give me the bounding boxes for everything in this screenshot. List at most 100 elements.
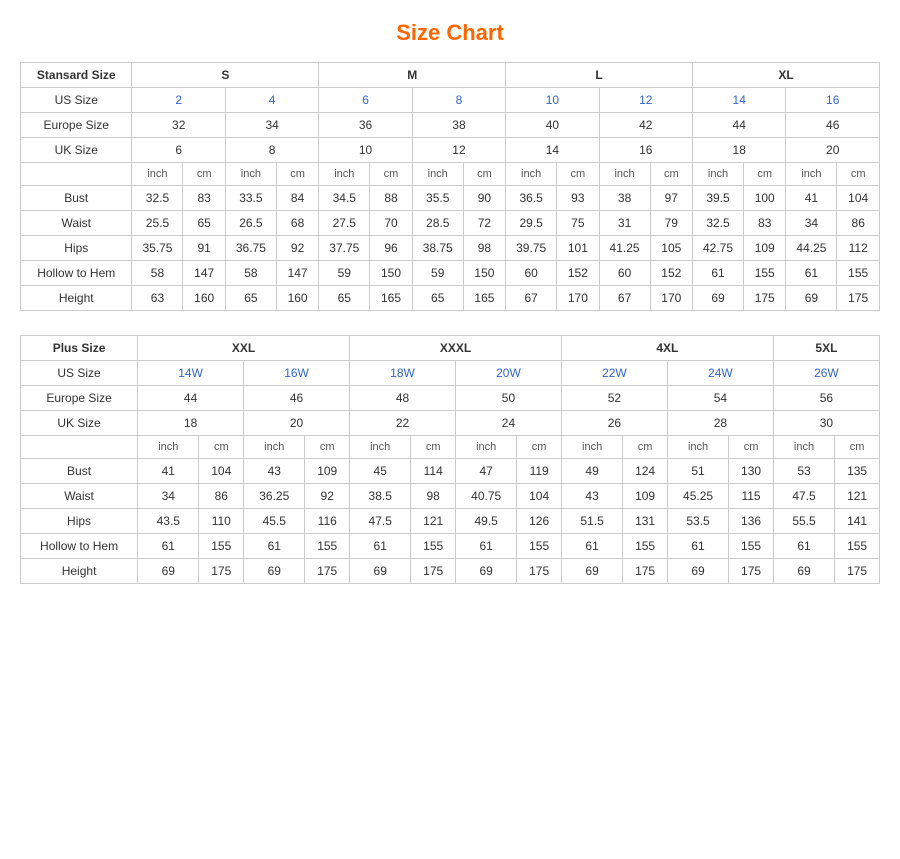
measurement-label: Waist	[21, 211, 132, 236]
us-size-row: US Size246810121416	[21, 88, 880, 113]
europe-size-value: 44	[693, 113, 786, 138]
measurement-value: 32.5	[693, 211, 744, 236]
inch-label: inch	[786, 163, 837, 186]
measurement-value: 104	[837, 186, 880, 211]
plus-measurement-value: 61	[350, 534, 411, 559]
plus-measurement-value: 49.5	[455, 509, 516, 534]
us-size-value: 2	[132, 88, 225, 113]
measurement-value: 35.5	[412, 186, 463, 211]
measurement-value: 65	[225, 286, 276, 311]
uk-size-value: 6	[132, 138, 225, 163]
measurement-row: Hollow to Hem581475814759150591506015260…	[21, 261, 880, 286]
plus-size-chart: Plus Size XXL XXXL 4XL 5XL US Size14W16W…	[20, 335, 880, 584]
plus-europe-value: 46	[244, 386, 350, 411]
plus-measurement-value: 155	[305, 534, 350, 559]
plus-measurement-value: 104	[517, 484, 562, 509]
measurement-row: Height6316065160651656516567170671706917…	[21, 286, 880, 311]
measurement-value: 96	[370, 236, 412, 261]
plus-measurement-row: Height6917569175691756917569175691756917…	[21, 559, 880, 584]
measurement-value: 150	[370, 261, 412, 286]
standard-size-label: Stansard Size	[21, 63, 132, 88]
plus-measurement-value: 45.25	[667, 484, 728, 509]
europe-size-value: 46	[786, 113, 880, 138]
measurement-value: 42.75	[693, 236, 744, 261]
plus-body: US Size14W16W18W20W22W24W26WEurope Size4…	[21, 361, 880, 584]
l-group: L	[506, 63, 693, 88]
plus-measurement-value: 45	[350, 459, 411, 484]
plus-europe-value: 44	[138, 386, 244, 411]
plus-measurement-value: 121	[835, 484, 880, 509]
plus-uk-size-row: UK Size18202224262830	[21, 411, 880, 436]
measurement-value: 59	[412, 261, 463, 286]
measurement-value: 70	[370, 211, 412, 236]
plus-measurement-value: 109	[305, 459, 350, 484]
plus-europe-size-row: Europe Size44464850525456	[21, 386, 880, 411]
plus-uk-value: 30	[773, 411, 879, 436]
measurement-label: Hips	[21, 236, 132, 261]
plus-uk-value: 18	[138, 411, 244, 436]
europe-size-value: 38	[412, 113, 505, 138]
europe-size-value: 32	[132, 113, 225, 138]
s-group: S	[132, 63, 319, 88]
plus-measurement-label: Height	[21, 559, 138, 584]
measurement-value: 65	[319, 286, 370, 311]
measurement-value: 97	[650, 186, 692, 211]
plus-us-size-value: 22W	[561, 361, 667, 386]
plus-measurement-value: 47.5	[350, 509, 411, 534]
us-size-value: 12	[599, 88, 692, 113]
inch-label: inch	[319, 163, 370, 186]
plus-measurement-value: 110	[199, 509, 244, 534]
plus-uk-value: 22	[350, 411, 456, 436]
plus-measurement-value: 69	[561, 559, 622, 584]
measurement-value: 61	[786, 261, 837, 286]
europe-size-label: Europe Size	[21, 113, 132, 138]
plus-measurement-value: 104	[199, 459, 244, 484]
measurement-value: 58	[132, 261, 183, 286]
europe-size-value: 34	[225, 113, 318, 138]
plus-measurement-value: 51.5	[561, 509, 622, 534]
us-size-value: 16	[786, 88, 880, 113]
measurement-value: 152	[557, 261, 599, 286]
plus-measurement-value: 69	[138, 559, 199, 584]
plus-unit-subheader-row: inchcminchcminchcminchcminchcminchcminch…	[21, 436, 880, 459]
plus-us-size-value: 16W	[244, 361, 350, 386]
measurement-label: Height	[21, 286, 132, 311]
plus-table: Plus Size XXL XXXL 4XL 5XL US Size14W16W…	[20, 335, 880, 584]
uk-size-value: 20	[786, 138, 880, 163]
plus-uk-value: 24	[455, 411, 561, 436]
plus-inch-label: inch	[244, 436, 305, 459]
inch-label: inch	[599, 163, 650, 186]
xl-group: XL	[693, 63, 880, 88]
plus-measurement-value: 43.5	[138, 509, 199, 534]
plus-measurement-value: 155	[835, 534, 880, 559]
measurement-value: 109	[743, 236, 785, 261]
plus-inch-label: inch	[138, 436, 199, 459]
measurement-value: 39.5	[693, 186, 744, 211]
measurement-value: 147	[183, 261, 225, 286]
plus-size-label: Plus Size	[21, 336, 138, 361]
plus-measurement-row: Waist348636.259238.59840.751044310945.25…	[21, 484, 880, 509]
measurement-value: 83	[743, 211, 785, 236]
plus-europe-label: Europe Size	[21, 386, 138, 411]
plus-measurement-row: Bust41104431094511447119491245113053135	[21, 459, 880, 484]
plus-uk-value: 28	[667, 411, 773, 436]
page-title: Size Chart	[20, 20, 880, 46]
europe-size-row: Europe Size3234363840424446	[21, 113, 880, 138]
plus-cm-label: cm	[729, 436, 774, 459]
unit-label-empty	[21, 163, 132, 186]
plus-us-size-value: 20W	[455, 361, 561, 386]
standard-size-chart: Stansard Size S M L XL US Size2468101214…	[20, 62, 880, 311]
us-size-value: 10	[506, 88, 599, 113]
measurement-value: 26.5	[225, 211, 276, 236]
plus-inch-label: inch	[455, 436, 516, 459]
cm-label: cm	[650, 163, 692, 186]
measurement-value: 34.5	[319, 186, 370, 211]
measurement-value: 61	[693, 261, 744, 286]
measurement-value: 75	[557, 211, 599, 236]
inch-label: inch	[506, 163, 557, 186]
cm-label: cm	[463, 163, 505, 186]
measurement-value: 83	[183, 186, 225, 211]
measurement-value: 65	[183, 211, 225, 236]
plus-inch-label: inch	[773, 436, 834, 459]
plus-measurement-value: 131	[623, 509, 668, 534]
